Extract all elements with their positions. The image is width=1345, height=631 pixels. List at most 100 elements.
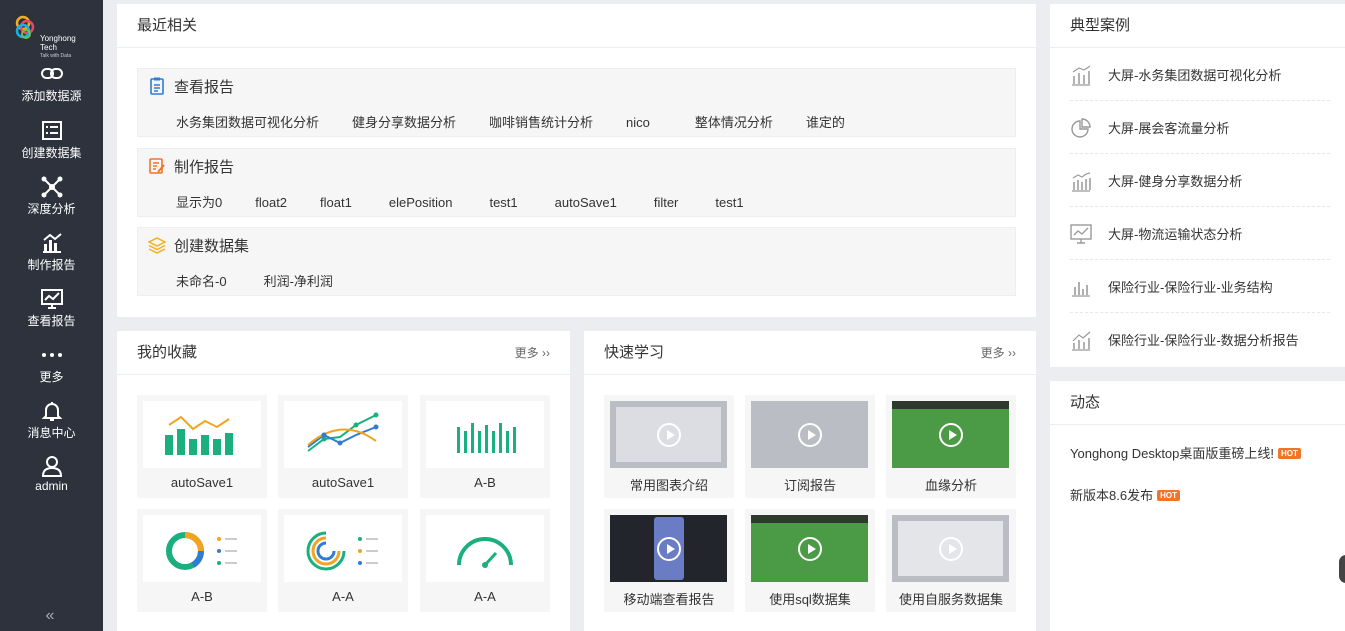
screen-preview-bar (751, 515, 868, 523)
video-thumbnail (751, 401, 868, 468)
news-title: 动态 (1050, 381, 1345, 425)
recent-link[interactable]: 水务集团数据可视化分析 (176, 115, 319, 130)
bar-line-chart-icon (165, 415, 233, 455)
recent-link[interactable]: 整体情况分析 (695, 115, 773, 130)
learning-header: 快速学习 更多 ›› (584, 331, 1036, 375)
multi-line-chart-icon (307, 412, 379, 452)
learning-title: 快速学习 (604, 344, 665, 361)
nav-deep-analysis[interactable]: 深度分析 (0, 176, 103, 228)
recent-panel: 最近相关 查看报告 水务集团数据可视化分析 健身分享数据分析 咖啡销售统计分析 nic… (117, 4, 1036, 317)
recent-link[interactable]: filter (654, 195, 679, 210)
nav-view-report[interactable]: 查看报告 (0, 288, 103, 340)
nav-label: admin (35, 479, 68, 493)
collapse-sidebar-button[interactable]: « (40, 607, 60, 625)
recent-title: 最近相关 (117, 4, 1036, 48)
favorite-thumbnail (143, 515, 261, 582)
recent-link[interactable]: 咖啡销售统计分析 (489, 115, 593, 130)
nav-add-datasource[interactable]: 添加数据源 (0, 63, 103, 115)
favorite-card[interactable]: autoSave1 (278, 395, 408, 498)
more-label: 更多 (514, 346, 539, 360)
cases-panel: 典型案例 大屏-水务集团数据可视化分析 大屏-展会客流量分析 大屏-健身分享数据… (1050, 4, 1345, 367)
video-card[interactable]: 订阅报告 (745, 395, 875, 498)
recent-link[interactable]: 利润-净利润 (264, 274, 333, 289)
nav-message-center[interactable]: 消息中心 (0, 400, 103, 452)
video-card[interactable]: 常用图表介绍 (604, 395, 734, 498)
nav-create-dataset[interactable]: 创建数据集 (0, 120, 103, 172)
case-item[interactable]: 大屏-水务集团数据可视化分析 (1070, 48, 1330, 101)
case-label: 大屏-展会客流量分析 (1108, 121, 1230, 136)
favorite-card[interactable]: A-A (420, 509, 550, 612)
recent-link[interactable]: float2 (255, 195, 287, 210)
news-label: 新版本8.6发布 (1070, 488, 1154, 503)
nav-user-admin[interactable]: admin (0, 455, 103, 507)
video-label: 血缘分析 (924, 478, 977, 493)
link-icon (40, 68, 63, 79)
recent-link[interactable]: test1 (715, 195, 743, 210)
video-thumbnail (610, 515, 727, 582)
video-card[interactable]: 使用sql数据集 (745, 509, 875, 612)
video-thumbnail (892, 515, 1009, 582)
favorite-card[interactable]: A-B (137, 509, 267, 612)
play-icon (939, 423, 963, 447)
recent-link[interactable]: elePosition (389, 195, 453, 210)
case-item[interactable]: 大屏-物流运输状态分析 (1070, 207, 1330, 260)
favorite-card[interactable]: autoSave1 (137, 395, 267, 498)
favorite-label: A-B (474, 475, 496, 490)
recent-link[interactable]: test1 (489, 195, 517, 210)
news-item[interactable]: 新版本8.6发布 HOT (1070, 485, 1180, 504)
nav-more[interactable]: 更多 (0, 344, 103, 396)
play-icon (657, 423, 681, 447)
learning-more-link[interactable]: 更多 ›› (981, 331, 1016, 375)
case-item[interactable]: 保险行业-保险行业-业务结构 (1070, 260, 1330, 313)
video-label: 常用图表介绍 (629, 478, 708, 493)
favorite-card[interactable]: A-B (420, 395, 550, 498)
video-card[interactable]: 血缘分析 (886, 395, 1016, 498)
favorite-card[interactable]: A-A (278, 509, 408, 612)
favorites-panel: 我的收藏 更多 ›› autoSave1 autoSave1 A-B A-B A… (117, 331, 570, 631)
bar-trend-icon (1072, 331, 1091, 351)
logo[interactable]: Yonghong Tech Talk with Data (14, 14, 94, 59)
recent-group-create-dataset: 创建数据集 未命名-0 利润-净利润 (137, 227, 1016, 296)
network-icon (41, 176, 62, 198)
bar-icon (1072, 282, 1090, 297)
video-card[interactable]: 移动端查看报告 (604, 509, 734, 612)
favorite-thumbnail (426, 401, 544, 468)
favorites-more-link[interactable]: 更多 ›› (515, 331, 550, 375)
nav-make-report[interactable]: 制作报告 (0, 232, 103, 284)
donut-chart-icon (166, 532, 237, 570)
video-thumbnail (892, 401, 1009, 468)
video-label: 使用自服务数据集 (898, 592, 1003, 607)
video-label: 使用sql数据集 (769, 592, 851, 607)
case-item[interactable]: 大屏-展会客流量分析 (1070, 101, 1330, 154)
video-card[interactable]: 使用自服务数据集 (886, 509, 1016, 612)
more-dots-icon (41, 353, 62, 357)
case-label: 大屏-健身分享数据分析 (1108, 174, 1243, 189)
floating-handle[interactable] (1339, 555, 1345, 583)
recent-link[interactable]: 谁定的 (806, 115, 845, 130)
layers-icon (148, 237, 166, 254)
video-thumbnail (751, 515, 868, 582)
recent-link[interactable]: float1 (320, 195, 352, 210)
ring-chart-icon (306, 531, 378, 571)
recent-link[interactable]: 健身分享数据分析 (352, 115, 456, 130)
case-item[interactable]: 大屏-健身分享数据分析 (1070, 154, 1330, 207)
video-label: 移动端查看报告 (623, 592, 715, 607)
recent-link[interactable]: 显示为0 (176, 195, 222, 210)
case-item[interactable]: 保险行业-保险行业-数据分析报告 (1070, 313, 1330, 366)
recent-link[interactable]: nico (626, 115, 650, 130)
recent-group-title: 创建数据集 (174, 238, 250, 255)
play-icon (798, 537, 822, 561)
news-item[interactable]: Yonghong Desktop桌面版重磅上线! HOT (1070, 443, 1301, 462)
gauge-chart-icon (457, 537, 513, 568)
sidebar: Yonghong Tech Talk with Data 添加数据源 创建数据集… (0, 0, 103, 631)
bar-trend-icon (1072, 65, 1091, 86)
favorite-label: autoSave1 (311, 475, 375, 490)
recent-link[interactable]: 未命名-0 (176, 274, 227, 289)
double-chevron-right-icon: ›› (1004, 346, 1016, 360)
recent-link[interactable]: autoSave1 (555, 195, 617, 210)
recent-group-links: 水务集团数据可视化分析 健身分享数据分析 咖啡销售统计分析 nico 整体情况分析 谁定的 (176, 112, 878, 131)
hot-badge: HOT (1278, 448, 1301, 459)
user-icon (41, 456, 62, 477)
monitor-chart-icon (40, 289, 63, 309)
case-label: 保险行业-保险行业-数据分析报告 (1108, 333, 1299, 348)
